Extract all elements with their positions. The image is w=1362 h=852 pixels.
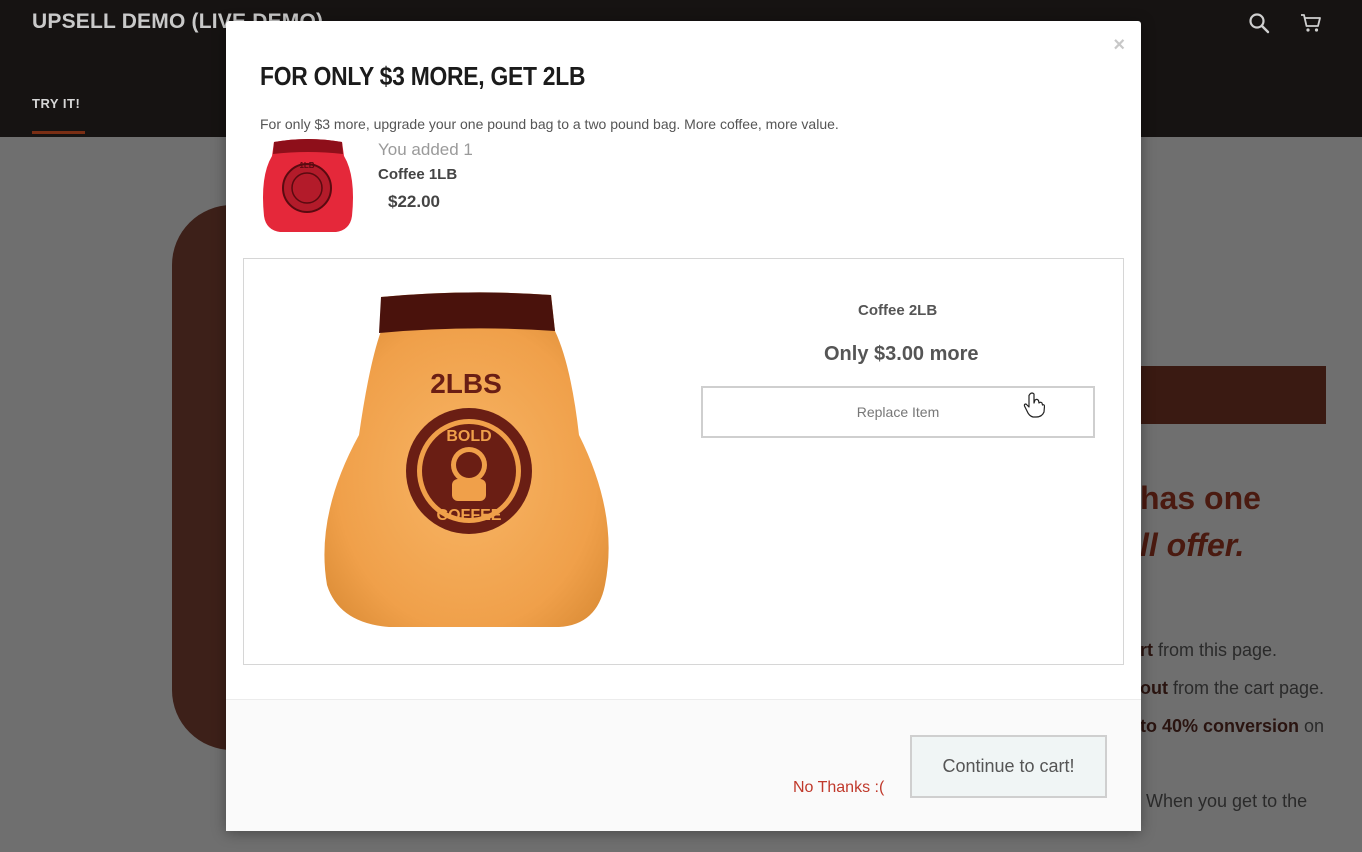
cart-icon[interactable]	[1300, 12, 1322, 34]
no-thanks-link[interactable]: No Thanks :(	[793, 779, 884, 797]
close-icon[interactable]: ×	[1113, 35, 1125, 55]
upsell-modal: × FOR ONLY $3 MORE, GET 2LB For only $3 …	[226, 21, 1141, 831]
svg-text:COFFEE: COFFEE	[437, 507, 502, 524]
modal-footer: No Thanks :( Continue to cart!	[226, 699, 1141, 831]
added-product-image: 1LB	[260, 136, 356, 234]
bg-text-line-2: out from the cart page.	[1140, 678, 1325, 698]
added-product-name: Coffee 1LB	[378, 166, 458, 183]
bg-heading-line-1: has one	[1140, 480, 1261, 516]
bg-text-line-1: rt from this page.	[1140, 640, 1278, 660]
bg-text-line-3: to 40% conversion on	[1140, 716, 1325, 736]
modal-subtitle: For only $3 more, upgrade your one pound…	[260, 116, 839, 132]
offer-product-image: 2LBS BOLD COFFEE	[319, 285, 619, 635]
offer-price: Only $3.00 more	[824, 343, 979, 365]
nav-item-try-it[interactable]: TRY IT!	[32, 96, 80, 111]
svg-text:2LBS: 2LBS	[430, 368, 502, 399]
modal-title: FOR ONLY $3 MORE, GET 2LB	[260, 61, 586, 91]
svg-text:1LB: 1LB	[299, 161, 314, 170]
nav-active-underline	[32, 131, 85, 134]
svg-text:BOLD: BOLD	[446, 428, 491, 445]
hand-cursor-icon	[1023, 392, 1046, 418]
bg-heading-line-2: ll offer.	[1140, 527, 1245, 563]
search-icon[interactable]	[1248, 12, 1270, 34]
continue-to-cart-button[interactable]: Continue to cart!	[910, 735, 1107, 798]
bg-text-line-4: When you get to the	[1146, 791, 1308, 811]
offer-product-name: Coffee 2LB	[858, 302, 938, 319]
upsell-offer-card: 2LBS BOLD COFFEE Coffee 2LB Only $3.00 m…	[243, 258, 1124, 665]
add-to-cart-button[interactable]	[1140, 366, 1326, 424]
added-label: You added 1	[378, 140, 473, 159]
added-product-price: $22.00	[388, 192, 440, 211]
